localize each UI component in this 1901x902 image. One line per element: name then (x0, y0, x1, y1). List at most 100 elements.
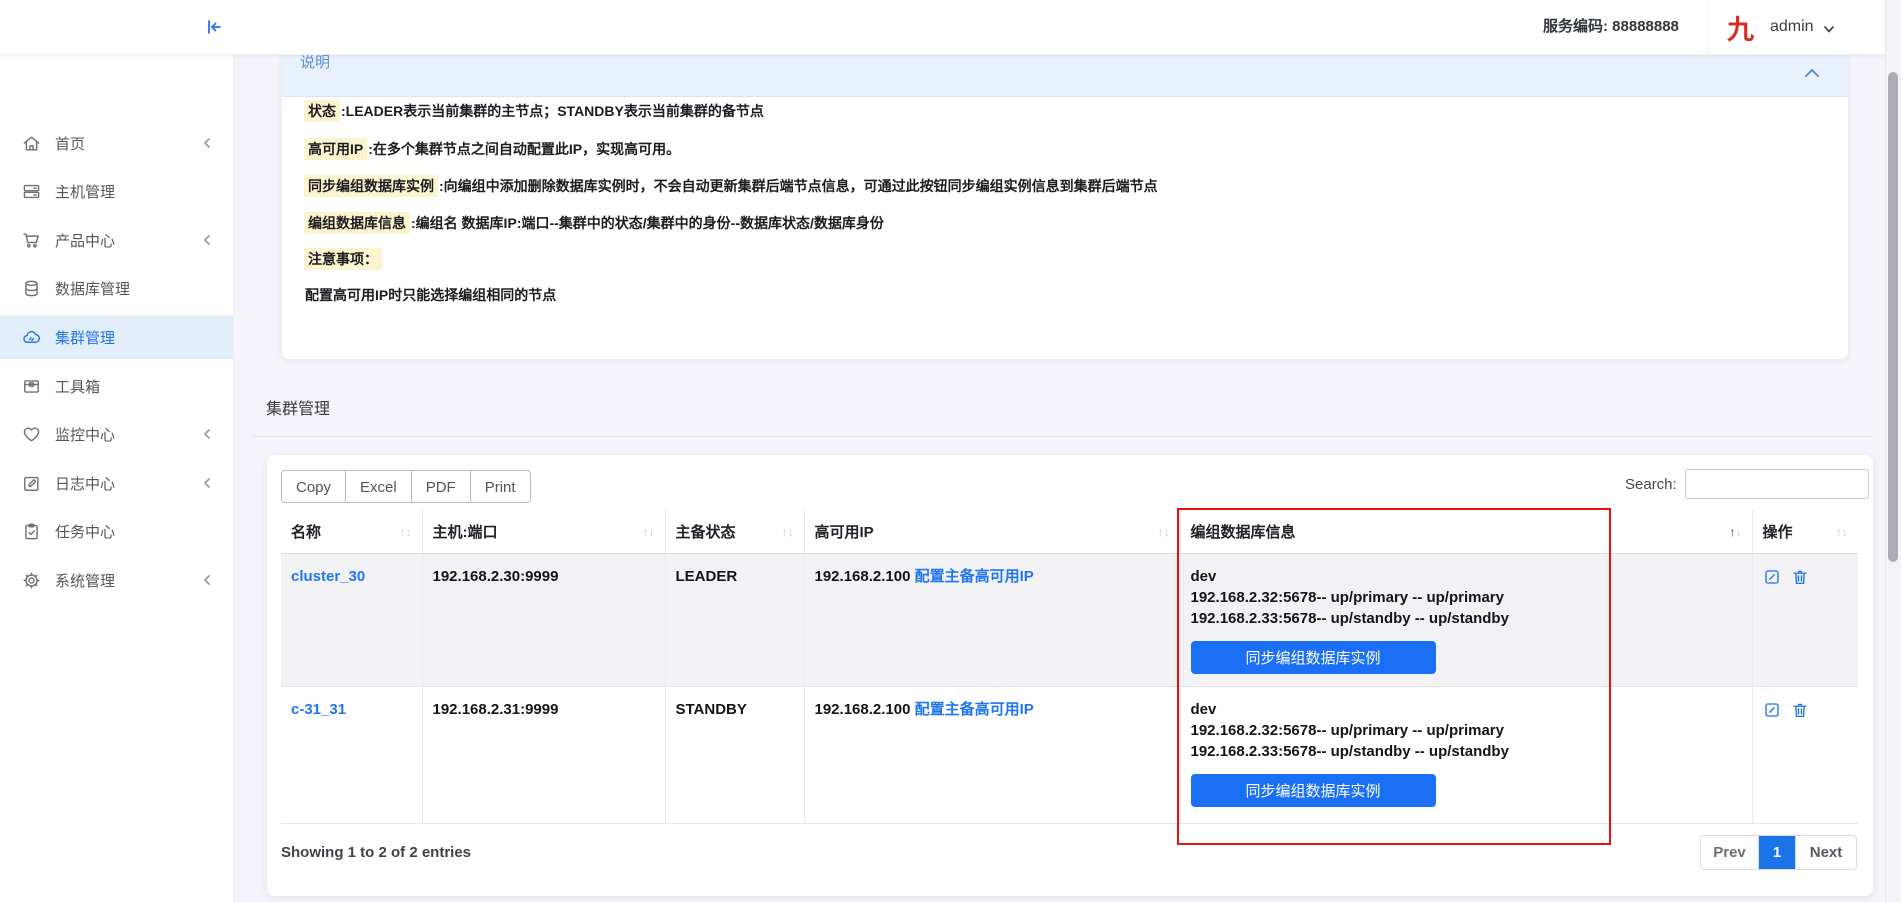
chevron-left-icon (201, 234, 213, 246)
sidebar-item-toolbox[interactable]: 工具箱 (0, 364, 233, 408)
group-db-line: 192.168.2.33:5678-- up/standby -- up/sta… (1191, 741, 1742, 762)
notice-line: 同步编组数据库实例:向编组中添加删除数据库实例时，不会自动更新集群后端节点信息，… (304, 176, 1158, 196)
gear-icon (22, 571, 41, 590)
sync-group-db-button[interactable]: 同步编组数据库实例 (1191, 641, 1436, 674)
configure-ha-ip-link[interactable]: 配置主备高可用IP (915, 568, 1034, 585)
chevron-left-icon (201, 477, 213, 489)
home-icon (22, 134, 41, 153)
table-row: c-31_31 192.168.2.31:9999 STANDBY 192.16… (281, 687, 1858, 824)
cell-ha-ip: 192.168.2.100 配置主备高可用IP (804, 687, 1180, 824)
sort-icon: ↑↓ (1730, 525, 1742, 539)
configure-ha-ip-link[interactable]: 配置主备高可用IP (915, 701, 1034, 718)
chevron-left-icon (201, 574, 213, 586)
column-header-name[interactable]: 名称 ↑↓ (281, 510, 422, 554)
group-db-line: 192.168.2.32:5678-- up/primary -- up/pri… (1191, 720, 1742, 741)
toolbox-icon (22, 377, 41, 396)
cloud-icon (22, 328, 41, 347)
cell-role: LEADER (665, 554, 804, 687)
cell-group-db-info: dev 192.168.2.32:5678-- up/primary -- up… (1180, 554, 1752, 687)
notice-panel-header[interactable]: 说明 (282, 54, 1848, 97)
sort-icon: ↑↓ (1836, 525, 1848, 539)
excel-button[interactable]: Excel (345, 470, 412, 503)
page-title: 集群管理 (266, 395, 330, 419)
cart-icon (22, 231, 41, 250)
cluster-name-link[interactable]: cluster_30 (291, 568, 365, 585)
table-info-text: Showing 1 to 2 of 2 entries (281, 844, 471, 861)
delete-icon[interactable] (1791, 701, 1809, 719)
chevron-left-icon (201, 428, 213, 440)
group-name: dev (1191, 566, 1742, 587)
column-header-ha-ip[interactable]: 高可用IP ↑↓ (804, 510, 1180, 554)
sort-icon: ↑↓ (400, 525, 412, 539)
prev-page-button[interactable]: Prev (1701, 836, 1758, 869)
sync-group-db-button[interactable]: 同步编组数据库实例 (1191, 774, 1436, 807)
server-icon (22, 182, 41, 201)
user-avatar-logo: 九 (1727, 8, 1754, 47)
service-code: 服务编码: 88888888 (1543, 0, 1679, 54)
sidebar-item-database-management[interactable]: 数据库管理 (0, 266, 233, 310)
next-page-button[interactable]: Next (1796, 836, 1856, 869)
clipboard-check-icon (22, 522, 41, 541)
table-header-row: 名称 ↑↓ 主机:端口 ↑↓ 主备状态 ↑↓ 高可用IP ↑↓ 编组数据库信息 … (281, 510, 1858, 554)
search-label: Search: (1625, 476, 1677, 493)
cell-ha-ip: 192.168.2.100 配置主备高可用IP (804, 554, 1180, 687)
table-search: Search: (1625, 469, 1869, 499)
sidebar-item-cluster-management[interactable]: 集群管理 (0, 315, 233, 359)
cluster-table: 名称 ↑↓ 主机:端口 ↑↓ 主备状态 ↑↓ 高可用IP ↑↓ 编组数据库信息 … (281, 510, 1858, 824)
cell-name: c-31_31 (281, 687, 422, 824)
sort-icon: ↑↓ (1158, 525, 1170, 539)
group-db-line: 192.168.2.33:5678-- up/standby -- up/sta… (1191, 608, 1742, 629)
sidebar-item-host-management[interactable]: 主机管理 (0, 169, 233, 213)
chevron-up-icon[interactable] (1804, 66, 1820, 80)
sidebar-item-product-center[interactable]: 产品中心 (0, 218, 233, 262)
sort-icon: ↑↓ (643, 525, 655, 539)
print-button[interactable]: Print (470, 470, 531, 503)
notice-line: 配置高可用IP时只能选择编组相同的节点 (304, 285, 556, 305)
column-header-host-port[interactable]: 主机:端口 ↑↓ (422, 510, 665, 554)
delete-icon[interactable] (1791, 568, 1809, 586)
edit-square-icon (22, 474, 41, 493)
group-name: dev (1191, 699, 1742, 720)
page-1-button[interactable]: 1 (1758, 836, 1796, 869)
chevron-left-icon (201, 137, 213, 149)
cell-group-db-info: dev 192.168.2.32:5678-- up/primary -- up… (1180, 687, 1752, 824)
column-header-actions[interactable]: 操作 ↑↓ (1752, 510, 1858, 554)
notice-panel: 说明 状态:LEADER表示当前集群的主节点；STANDBY表示当前集群的备节点… (281, 54, 1849, 360)
cell-actions (1752, 554, 1858, 687)
sidebar-collapse-icon[interactable] (204, 17, 224, 37)
export-button-group: Copy Excel PDF Print (281, 470, 531, 503)
sidebar-item-task-center[interactable]: 任务中心 (0, 509, 233, 553)
cell-host-port: 192.168.2.30:9999 (422, 554, 665, 687)
notice-line: 注意事项： (304, 249, 382, 269)
edit-icon[interactable] (1763, 568, 1781, 586)
sidebar-item-system-management[interactable]: 系统管理 (0, 558, 233, 602)
database-icon (22, 279, 41, 298)
sort-icon: ↑↓ (782, 525, 794, 539)
sidebar-item-monitoring-center[interactable]: 监控中心 (0, 412, 233, 456)
header-divider (1707, 0, 1708, 54)
pagination: Prev 1 Next (1700, 835, 1857, 870)
cell-actions (1752, 687, 1858, 824)
sidebar: 首页 主机管理 产品中心 数据库管理 集群管理 工具箱 (0, 54, 234, 902)
notice-line: 高可用IP:在多个集群节点之间自动配置此IP，实现高可用。 (304, 139, 680, 159)
notice-line: 状态:LEADER表示当前集群的主节点；STANDBY表示当前集群的备节点 (304, 101, 764, 121)
column-header-role[interactable]: 主备状态 ↑↓ (665, 510, 804, 554)
cell-host-port: 192.168.2.31:9999 (422, 687, 665, 824)
heart-icon (22, 425, 41, 444)
edit-icon[interactable] (1763, 701, 1781, 719)
cluster-name-link[interactable]: c-31_31 (291, 701, 346, 718)
cell-role: STANDBY (665, 687, 804, 824)
user-menu[interactable]: admin (1770, 0, 1814, 54)
scrollbar-thumb[interactable] (1888, 72, 1898, 562)
sidebar-item-log-center[interactable]: 日志中心 (0, 461, 233, 505)
chevron-down-icon[interactable] (1822, 22, 1836, 36)
cell-name: cluster_30 (281, 554, 422, 687)
column-header-group-db-info[interactable]: 编组数据库信息 ↑↓ (1180, 510, 1752, 554)
group-db-line: 192.168.2.32:5678-- up/primary -- up/pri… (1191, 587, 1742, 608)
notice-line: 编组数据库信息:编组名 数据库IP:端口--集群中的状态/集群中的身份--数据库… (304, 213, 884, 233)
search-input[interactable] (1685, 469, 1869, 499)
pdf-button[interactable]: PDF (411, 470, 471, 503)
sidebar-item-home[interactable]: 首页 (0, 121, 233, 165)
section-divider (253, 436, 1873, 437)
copy-button[interactable]: Copy (281, 470, 346, 503)
